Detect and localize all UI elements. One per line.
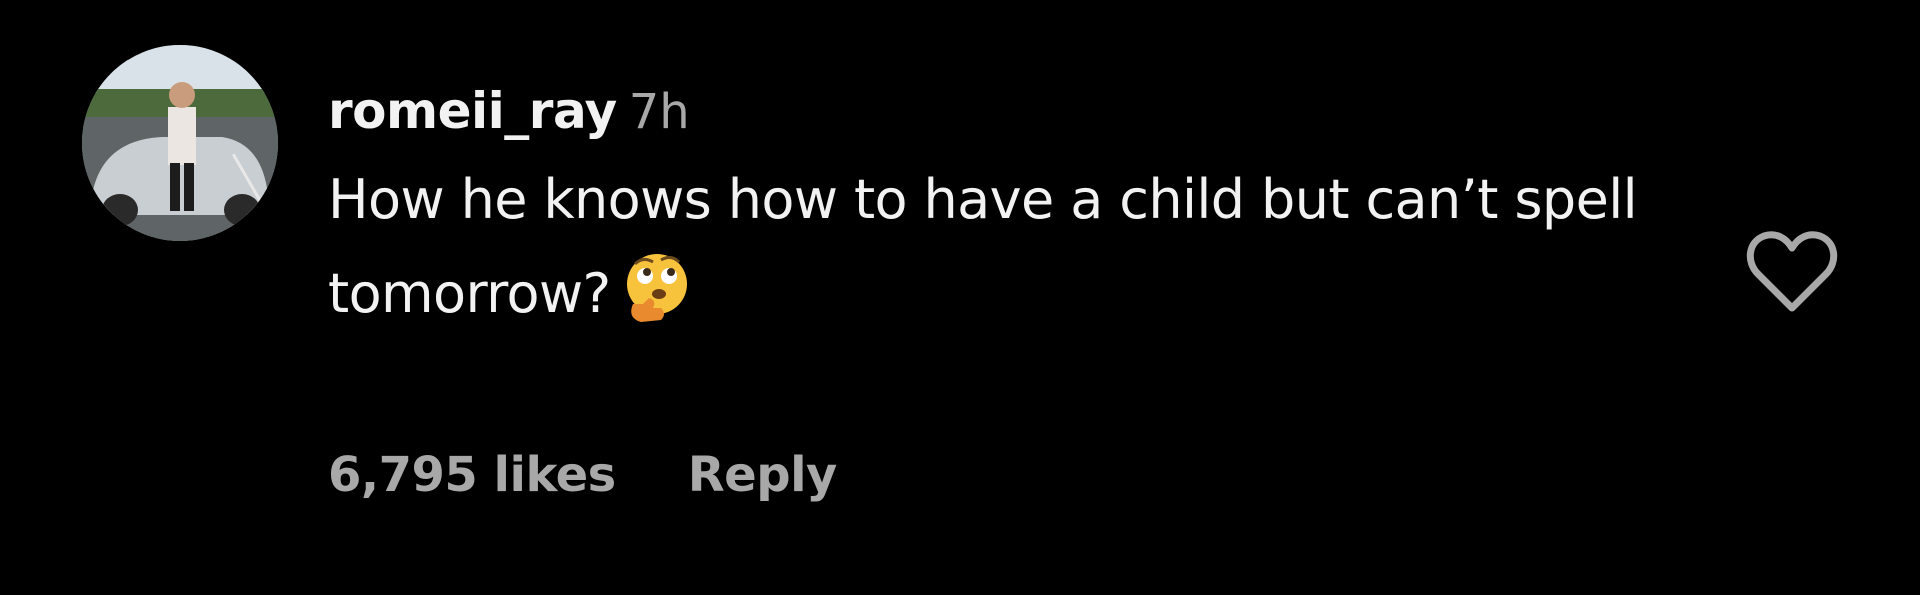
thinking-face-emoji-icon	[626, 254, 687, 322]
comment-body: romeii_ray 7h How he knows how to have a …	[328, 78, 1648, 503]
username-link[interactable]: romeii_ray	[328, 82, 617, 140]
avatar-photo	[82, 45, 278, 241]
timestamp: 7h	[628, 84, 690, 140]
comment: romeii_ray 7h How he knows how to have a …	[0, 0, 1920, 595]
comment-text-block: How he knows how to have a child but can…	[328, 154, 1648, 340]
heart-outline-icon	[1746, 231, 1838, 312]
like-button[interactable]	[1744, 228, 1840, 314]
comment-meta: romeii_ray 7h	[328, 78, 1648, 144]
avatar[interactable]	[82, 45, 278, 241]
comment-text: How he knows how to have a child but can…	[328, 168, 1638, 325]
likes-count-link[interactable]: 6,795 likes	[328, 447, 616, 503]
reply-button[interactable]: Reply	[688, 447, 838, 503]
comment-actions: 6,795 likes Reply	[328, 440, 837, 510]
